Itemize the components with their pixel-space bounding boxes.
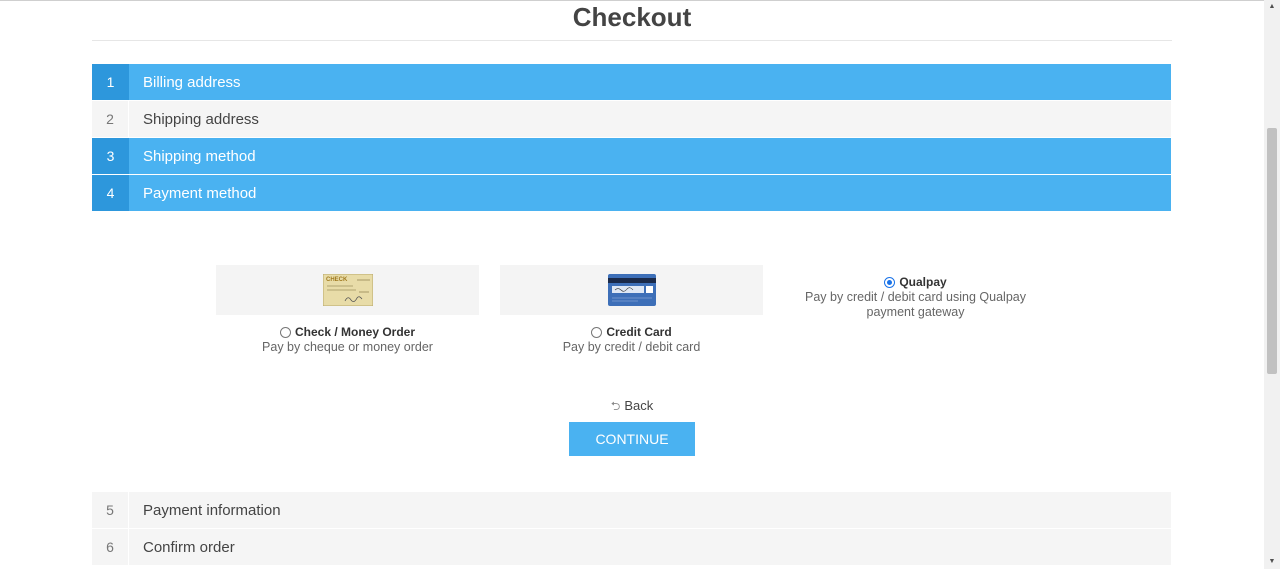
payment-option-check-name[interactable]: Check / Money Order	[216, 325, 479, 339]
payment-option-qualpay[interactable]: Qualpay Pay by credit / debit card using…	[784, 265, 1047, 320]
step-label: Shipping address	[143, 110, 259, 128]
check-image-text: CHECK	[326, 277, 348, 283]
payment-option-qualpay-name[interactable]: Qualpay	[784, 275, 1047, 289]
step-number: 4	[92, 175, 129, 211]
scroll-up-arrow-icon[interactable]: ▲	[1264, 0, 1280, 14]
step-shipping-address[interactable]: 2 Shipping address	[92, 101, 1171, 137]
step-confirm-order[interactable]: 6 Confirm order	[92, 529, 1171, 565]
payment-option-check[interactable]: CHECK Check / Money Order Pay by cheque …	[216, 265, 479, 355]
step-payment-information[interactable]: 5 Payment information	[92, 492, 1171, 528]
page-title: Checkout	[572, 2, 692, 32]
step-payment-method[interactable]: 4 Payment method	[92, 175, 1171, 211]
qualpay-radio[interactable]	[884, 276, 896, 288]
back-link[interactable]: ⮌ Back	[569, 397, 695, 418]
title-divider	[92, 40, 1172, 41]
step-billing-address[interactable]: 1 Billing address	[92, 64, 1171, 100]
step-number: 2	[92, 101, 129, 137]
credit-card-label: Credit Card	[606, 325, 672, 339]
step-label: Payment information	[143, 501, 281, 519]
window-top-border	[0, 0, 1264, 1]
scrollbar-thumb[interactable]	[1267, 128, 1277, 374]
check-description: Pay by cheque or money order	[262, 340, 433, 354]
undo-arrow-icon: ⮌	[610, 399, 621, 413]
step-number: 5	[92, 492, 129, 528]
step-number: 6	[92, 529, 129, 565]
scroll-down-arrow-icon[interactable]: ▼	[1264, 555, 1280, 569]
credit-card-image-icon	[607, 274, 656, 306]
step-number: 1	[92, 64, 129, 100]
qualpay-description-line1: Pay by credit / debit card using Qualpay	[805, 290, 1026, 304]
check-image-box[interactable]: CHECK	[216, 265, 479, 315]
check-image-icon: CHECK	[322, 274, 373, 306]
vertical-scrollbar[interactable]: ▲ ▼	[1264, 0, 1280, 569]
step-label: Confirm order	[143, 538, 235, 556]
credit-card-radio[interactable]	[591, 326, 603, 338]
qualpay-label: Qualpay	[899, 275, 947, 289]
continue-button[interactable]: CONTINUE	[569, 422, 695, 456]
step-number: 3	[92, 138, 129, 174]
step-label: Shipping method	[143, 147, 256, 165]
back-label: Back	[624, 398, 654, 413]
step-label: Payment method	[143, 184, 257, 202]
credit-card-image-box[interactable]	[500, 265, 763, 315]
payment-option-credit-card-name[interactable]: Credit Card	[500, 325, 763, 339]
payment-option-credit-card[interactable]: Credit Card Pay by credit / debit card	[500, 265, 763, 355]
qualpay-description-line2: payment gateway	[866, 305, 965, 319]
check-radio[interactable]	[279, 326, 291, 338]
step-shipping-method[interactable]: 3 Shipping method	[92, 138, 1171, 174]
check-label: Check / Money Order	[294, 325, 416, 339]
credit-card-description: Pay by credit / debit card	[562, 340, 701, 354]
step-label: Billing address	[143, 73, 241, 91]
